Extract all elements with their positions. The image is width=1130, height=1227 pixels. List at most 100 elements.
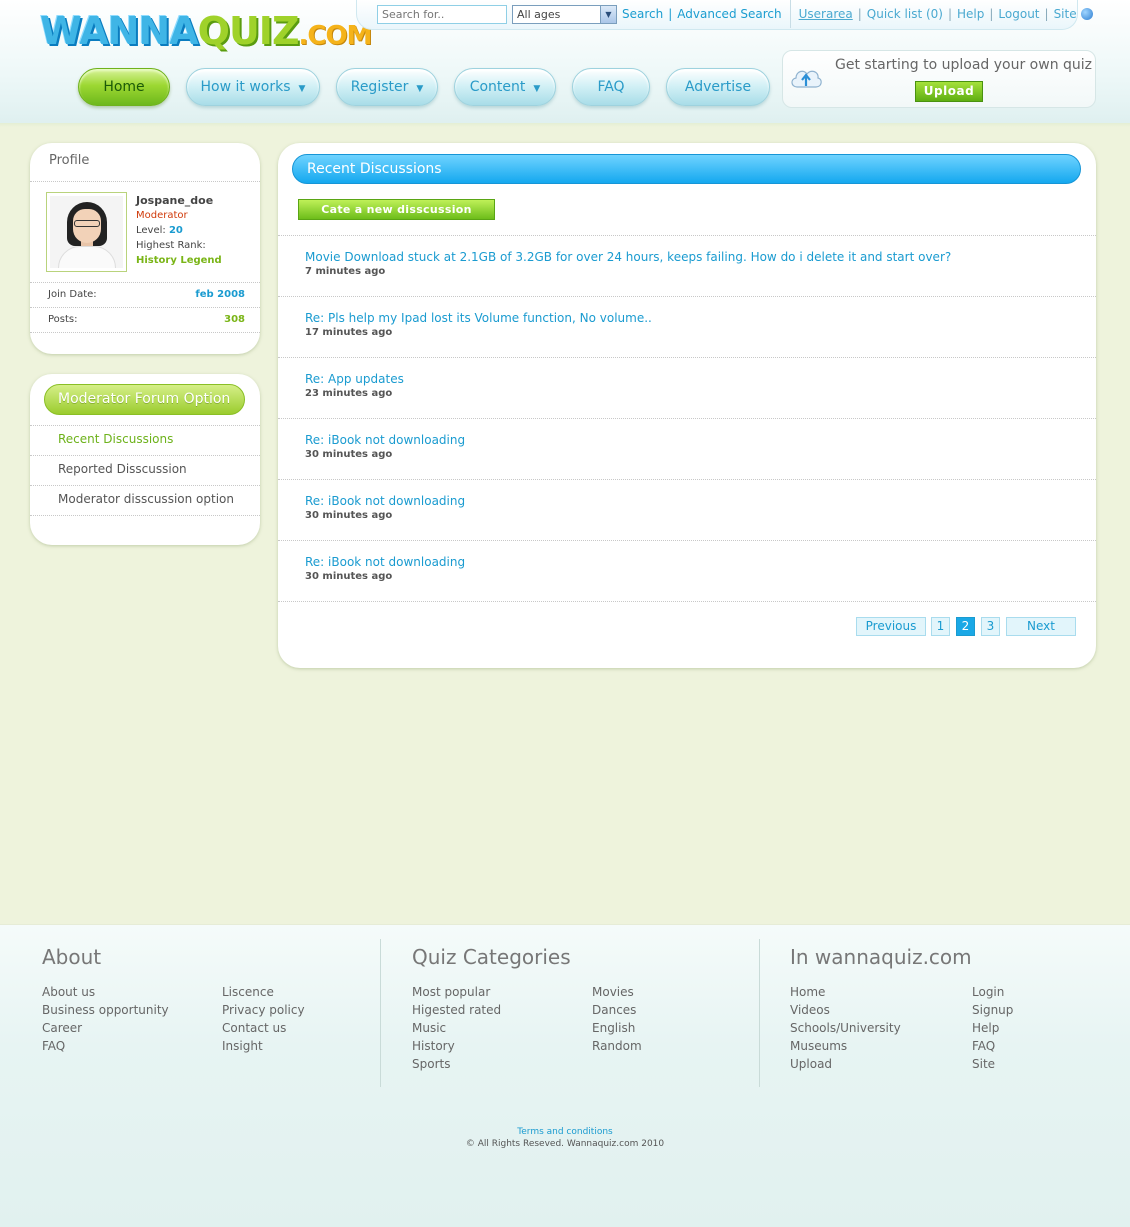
profile-role: Moderator	[136, 210, 188, 221]
footer-link[interactable]: Business opportunity	[42, 1001, 169, 1019]
footer-link[interactable]: Contact us	[222, 1019, 305, 1037]
divider	[278, 601, 1096, 602]
ages-select-value: All ages	[517, 8, 561, 21]
pagination-page-1[interactable]: 1	[931, 617, 950, 636]
footer-link[interactable]: Music	[412, 1019, 501, 1037]
discussion-title-link[interactable]: Movie Download stuck at 2.1GB of 3.2GB f…	[305, 250, 951, 264]
footer-link[interactable]: English	[592, 1019, 642, 1037]
footer-link[interactable]: Career	[42, 1019, 169, 1037]
footer-link[interactable]: Most popular	[412, 983, 501, 1001]
caret-down-icon: ▼	[416, 84, 424, 94]
site-logo[interactable]: WANNAQUIZ.COM	[40, 6, 372, 56]
profile-join-label: Join Date:	[48, 289, 97, 300]
nav-register-label: Register	[350, 79, 409, 95]
divider	[30, 455, 260, 456]
separator: |	[857, 7, 862, 21]
divider	[30, 515, 260, 516]
footer-link[interactable]: About us	[42, 983, 169, 1001]
advanced-search-link[interactable]: Advanced Search	[677, 7, 781, 21]
recent-discussions-panel: Recent Discussions Cate a new disscussio…	[278, 143, 1096, 668]
footer-link[interactable]: Movies	[592, 983, 642, 1001]
divider	[30, 181, 260, 182]
footer-link[interactable]: Higested rated	[412, 1001, 501, 1019]
footer-link[interactable]: Signup	[972, 1001, 1013, 1019]
moderator-panel: Moderator Forum Option Recent Discussion…	[30, 374, 260, 545]
profile-title: Profile	[49, 153, 90, 168]
footer-link[interactable]: Site	[972, 1055, 1013, 1073]
footer-link[interactable]: Sports	[412, 1055, 501, 1073]
search-link[interactable]: Search	[622, 7, 663, 21]
footer-link[interactable]: Schools/University	[790, 1019, 901, 1037]
nav-content[interactable]: Content ▼	[454, 68, 556, 106]
discussion-item: Movie Download stuck at 2.1GB of 3.2GB f…	[305, 250, 951, 277]
footer-link[interactable]: Videos	[790, 1001, 901, 1019]
nav-advertise[interactable]: Advertise	[666, 68, 770, 106]
discussion-title-link[interactable]: Re: iBook not downloading	[305, 555, 465, 569]
footer-about-list: About us Business opportunity Career FAQ	[42, 983, 169, 1055]
quicklist-link[interactable]: Quick list (0)	[867, 7, 943, 21]
globe-icon[interactable]	[1080, 8, 1093, 20]
divider	[30, 282, 260, 283]
discussion-title-link[interactable]: Re: App updates	[305, 372, 404, 386]
profile-join-row: Join Date: feb 2008	[48, 289, 245, 300]
site-footer: About About us Business opportunity Care…	[0, 924, 1130, 1227]
avatar	[46, 192, 127, 272]
userarea-link[interactable]: Userarea	[799, 7, 853, 21]
divider	[278, 540, 1096, 541]
pagination-page-2[interactable]: 2	[956, 617, 975, 636]
nav-faq[interactable]: FAQ	[572, 68, 650, 106]
footer-link[interactable]: Dances	[592, 1001, 642, 1019]
discussion-item: Re: App updates 23 minutes ago	[305, 372, 404, 399]
profile-posts-value: 308	[224, 314, 245, 325]
pagination-previous-button[interactable]: Previous	[856, 617, 926, 636]
chevron-down-icon: ▼	[600, 6, 616, 23]
discussion-title-link[interactable]: Re: iBook not downloading	[305, 494, 465, 508]
footer-link[interactable]: Liscence	[222, 983, 305, 1001]
footer-inwanna-title: In wannaquiz.com	[790, 945, 972, 969]
footer-link[interactable]: FAQ	[972, 1037, 1013, 1055]
discussion-title-link[interactable]: Re: Pls help my Ipad lost its Volume fun…	[305, 311, 652, 325]
footer-link[interactable]: Home	[790, 983, 901, 1001]
footer-link[interactable]: Insight	[222, 1037, 305, 1055]
footer-link[interactable]: Help	[972, 1019, 1013, 1037]
terms-link[interactable]: Terms and conditions	[0, 1127, 1130, 1137]
discussion-title-link[interactable]: Re: iBook not downloading	[305, 433, 465, 447]
footer-link[interactable]: Random	[592, 1037, 642, 1055]
footer-link[interactable]: Museums	[790, 1037, 901, 1055]
divider	[30, 425, 260, 426]
nav-home-label: Home	[103, 79, 145, 95]
divider	[30, 332, 260, 333]
nav-home[interactable]: Home	[78, 68, 170, 106]
footer-link[interactable]: Login	[972, 983, 1013, 1001]
divider	[278, 479, 1096, 480]
footer-link[interactable]: History	[412, 1037, 501, 1055]
mod-item-recent-discussions[interactable]: Recent Discussions	[58, 432, 173, 446]
profile-join-value: feb 2008	[195, 289, 245, 300]
logo-text-wanna: WANNA	[40, 9, 199, 53]
separator: |	[947, 7, 953, 21]
ages-select[interactable]: All ages ▼	[512, 5, 617, 24]
logout-link[interactable]: Logout	[998, 7, 1039, 21]
discussion-item: Re: Pls help my Ipad lost its Volume fun…	[305, 311, 652, 338]
help-link[interactable]: Help	[957, 7, 984, 21]
footer-inwanna-list-2: Login Signup Help FAQ Site	[972, 983, 1013, 1073]
footer-link[interactable]: Upload	[790, 1055, 901, 1073]
nav-register[interactable]: Register ▼	[336, 68, 438, 106]
moderator-panel-title: Moderator Forum Option	[44, 384, 245, 415]
nav-how-it-works[interactable]: How it works ▼	[186, 68, 320, 106]
mod-item-moderator-option[interactable]: Moderator disscussion option	[58, 492, 234, 506]
avatar-image	[50, 196, 123, 268]
profile-rank-value: History Legend	[136, 255, 222, 266]
pagination-page-3[interactable]: 3	[981, 617, 1000, 636]
footer-link[interactable]: Privacy policy	[222, 1001, 305, 1019]
mod-item-reported-discussion[interactable]: Reported Disscussion	[58, 462, 187, 476]
caret-down-icon: ▼	[298, 84, 306, 94]
footer-link[interactable]: FAQ	[42, 1037, 169, 1055]
search-input[interactable]	[377, 5, 507, 24]
logo-text-quiz: QUIZ	[197, 9, 300, 53]
create-discussion-button[interactable]: Cate a new disscussion	[298, 199, 495, 220]
upload-button[interactable]: Upload	[915, 81, 983, 102]
nav-content-label: Content	[469, 79, 526, 95]
site-link[interactable]: Site	[1054, 7, 1077, 21]
pagination-next-button[interactable]: Next	[1006, 617, 1076, 636]
